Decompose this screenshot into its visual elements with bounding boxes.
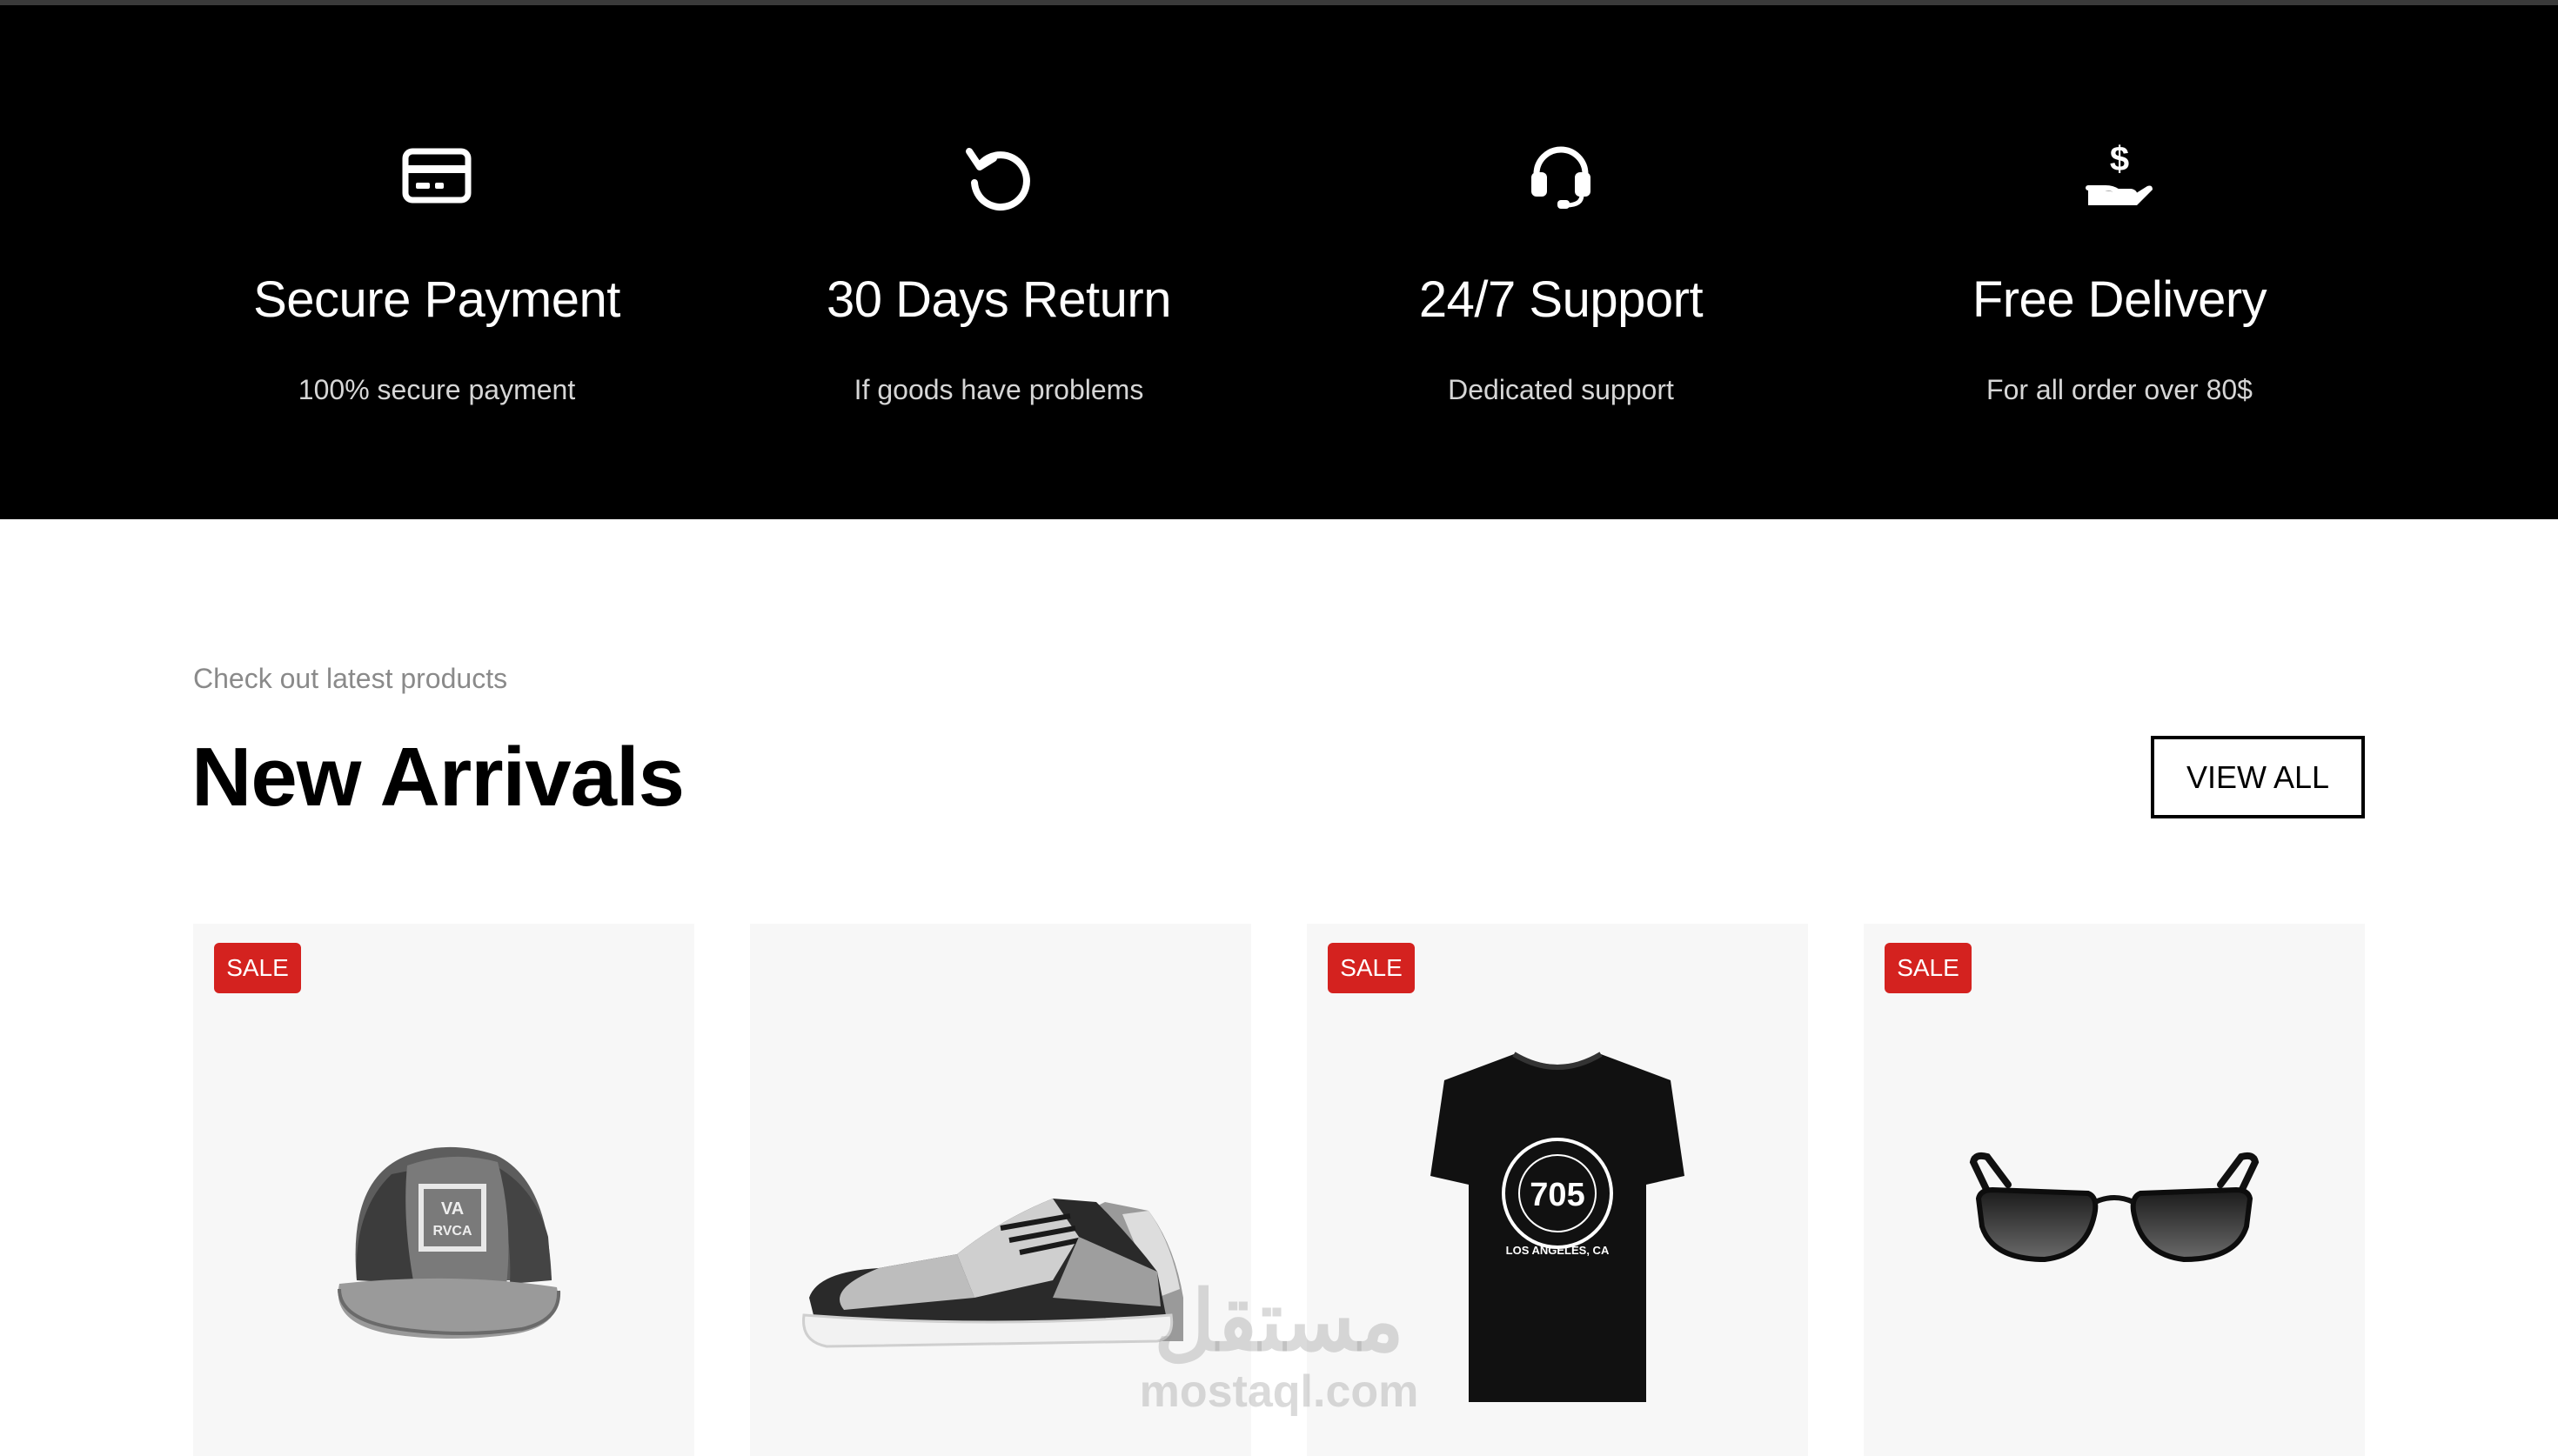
product-card-cap[interactable]: SALE VA RVCA — [193, 924, 694, 1456]
sale-badge: SALE — [1885, 943, 1972, 993]
t-shirt-image: 705 LOS ANGELES, CA — [1430, 1052, 1684, 1402]
feature-24-7-support: 24/7 Support Dedicated support — [1281, 5, 1841, 519]
feature-title: Secure Payment — [253, 271, 620, 328]
section-eyebrow: Check out latest products — [193, 663, 508, 694]
feature-secure-payment: Secure Payment 100% secure payment — [157, 5, 717, 519]
sale-badge: SALE — [1328, 943, 1415, 993]
section-title: New Arrivals — [191, 731, 685, 824]
hand-dollar-icon: $ — [1839, 139, 2400, 212]
watermark-latin: mostaql.com — [1139, 1366, 1419, 1417]
svg-text:$: $ — [2110, 140, 2129, 178]
feature-title: 24/7 Support — [1418, 271, 1704, 328]
cap-image: VA RVCA — [338, 1146, 561, 1339]
watermark-arabic: مستقل — [1154, 1275, 1404, 1368]
svg-text:RVCA: RVCA — [432, 1224, 472, 1239]
credit-card-icon — [157, 139, 717, 212]
watermark: مستقل mostaql.com — [1122, 1279, 1436, 1418]
feature-free-delivery: $ Free Delivery For all order over 80$ — [1839, 5, 2400, 519]
view-all-button[interactable]: VIEW ALL — [2151, 736, 2365, 818]
feature-subtitle: For all order over 80$ — [1986, 374, 2253, 405]
sale-badge: SALE — [214, 943, 301, 993]
feature-subtitle: Dedicated support — [1448, 374, 1674, 405]
product-card-sunglasses[interactable]: SALE — [1864, 924, 2365, 1456]
cap-brand-text: VA — [441, 1199, 464, 1219]
features-bar: Secure Payment 100% secure payment 30 Da… — [0, 5, 2558, 519]
feature-30-days-return: 30 Days Return If goods have problems — [719, 5, 1279, 519]
feature-subtitle: If goods have problems — [854, 374, 1144, 405]
sunglasses-image — [1969, 1152, 2260, 1263]
feature-title: 30 Days Return — [827, 271, 1171, 328]
t-shirt-print-number: 705 — [1530, 1177, 1584, 1213]
t-shirt-print-caption: LOS ANGELES, CA — [1506, 1244, 1610, 1257]
feature-title: Free Delivery — [1972, 271, 2267, 328]
feature-subtitle: 100% secure payment — [298, 374, 576, 405]
rotate-left-icon — [719, 139, 1279, 212]
headset-icon — [1281, 139, 1841, 212]
